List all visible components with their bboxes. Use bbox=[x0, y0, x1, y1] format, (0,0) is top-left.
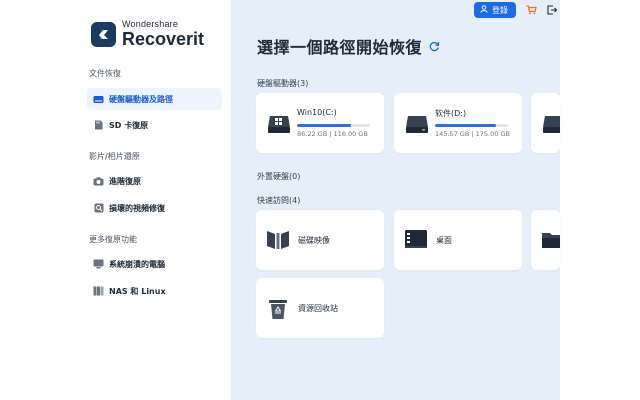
quick-access-label: 快速訪問(4) bbox=[257, 196, 301, 205]
sidebar-item-advanced-recovery[interactable]: 進階復原 bbox=[87, 170, 222, 192]
monitor-icon bbox=[93, 259, 104, 269]
logo-product: Recoverit bbox=[122, 29, 205, 49]
sidebar-item-sd-card[interactable]: SD 卡復原 bbox=[87, 114, 222, 136]
section-label-more: 更多復原功能 bbox=[89, 235, 137, 244]
hdd-icon bbox=[93, 95, 104, 104]
sidebar-item-label: 損壞的視頻修復 bbox=[109, 203, 165, 213]
refresh-icon[interactable] bbox=[429, 37, 440, 56]
quick-access-label-text: 磁碟映像 bbox=[298, 236, 330, 245]
sidebar-item-video-repair[interactable]: 損壞的視頻修復 bbox=[87, 197, 222, 219]
quick-access-disk-image[interactable]: 磁碟映像 bbox=[256, 210, 384, 270]
drive-name: 软件(D:) bbox=[435, 109, 467, 118]
logo-brand: Wondershare bbox=[122, 19, 179, 29]
sidebar-item-nas-linux[interactable]: NAS 和 Linux bbox=[87, 280, 222, 302]
sidebar-item-crashed-computer[interactable]: 系統崩潰的電腦 bbox=[87, 253, 222, 275]
recycle-bin-icon bbox=[268, 298, 288, 324]
drive-card-d[interactable]: 软件(D:) 145.57 GB | 175.00 GB bbox=[394, 93, 522, 153]
page-title: 選擇一個路徑開始恢復 bbox=[257, 38, 423, 57]
drive-icon bbox=[406, 113, 428, 137]
desktop-icon bbox=[404, 229, 428, 255]
cart-icon[interactable] bbox=[526, 5, 537, 15]
sidebar-item-label: 進階復原 bbox=[109, 176, 141, 186]
drive-icon bbox=[543, 113, 560, 137]
sidebar-item-hard-drive[interactable]: 硬盤驅動器及路徑 bbox=[87, 88, 222, 110]
quick-access-recycle-bin[interactable]: 資源回收站 bbox=[256, 278, 384, 338]
user-icon bbox=[480, 5, 488, 15]
folder-icon bbox=[541, 229, 560, 255]
sidebar-item-label: 系統崩潰的電腦 bbox=[109, 259, 165, 269]
video-repair-icon bbox=[93, 203, 104, 213]
camera-icon bbox=[93, 176, 104, 186]
login-label: 登錄 bbox=[492, 5, 508, 15]
section-label-file-recovery: 文件恢復 bbox=[89, 69, 121, 78]
drive-usage-bar bbox=[435, 124, 508, 127]
drive-usage-bar bbox=[297, 124, 370, 127]
sidebar-item-label: 硬盤驅動器及路徑 bbox=[109, 94, 173, 104]
sidebar: Wondershare Recoverit 文件恢復 硬盤驅動器及路徑 SD 卡… bbox=[0, 0, 231, 400]
top-actions: 登錄 bbox=[474, 2, 557, 18]
quick-access-folder[interactable] bbox=[531, 210, 560, 270]
section-label-video-photo: 影片/相片還原 bbox=[89, 152, 140, 161]
sidebar-item-label: NAS 和 Linux bbox=[109, 286, 166, 296]
drive-name: Win10(C:) bbox=[297, 108, 337, 117]
quick-access-desktop[interactable]: 桌面 bbox=[394, 210, 522, 270]
drive-card-partial[interactable] bbox=[531, 93, 560, 153]
app-logo: Wondershare Recoverit bbox=[91, 20, 204, 48]
quick-access-label-text: 資源回收站 bbox=[298, 304, 338, 313]
windows-drive-icon bbox=[268, 113, 290, 137]
hard-drives-label: 硬盤驅動器(3) bbox=[257, 79, 309, 88]
sd-card-icon bbox=[93, 120, 104, 130]
logo-icon bbox=[91, 21, 116, 47]
external-drives-label: 外置硬盤(0) bbox=[257, 172, 301, 181]
login-button[interactable]: 登錄 bbox=[474, 2, 516, 18]
nas-icon bbox=[93, 286, 104, 296]
disk-image-icon bbox=[266, 229, 290, 255]
logout-icon[interactable] bbox=[547, 5, 557, 15]
window-edge bbox=[560, 0, 640, 400]
quick-access-label-text: 桌面 bbox=[436, 236, 452, 245]
sidebar-item-label: SD 卡復原 bbox=[109, 120, 149, 130]
drive-size: 86.22 GB | 116.00 GB bbox=[297, 130, 368, 138]
drive-size: 145.57 GB | 175.00 GB bbox=[435, 130, 510, 138]
drive-card-c[interactable]: Win10(C:) 86.22 GB | 116.00 GB bbox=[256, 93, 384, 153]
